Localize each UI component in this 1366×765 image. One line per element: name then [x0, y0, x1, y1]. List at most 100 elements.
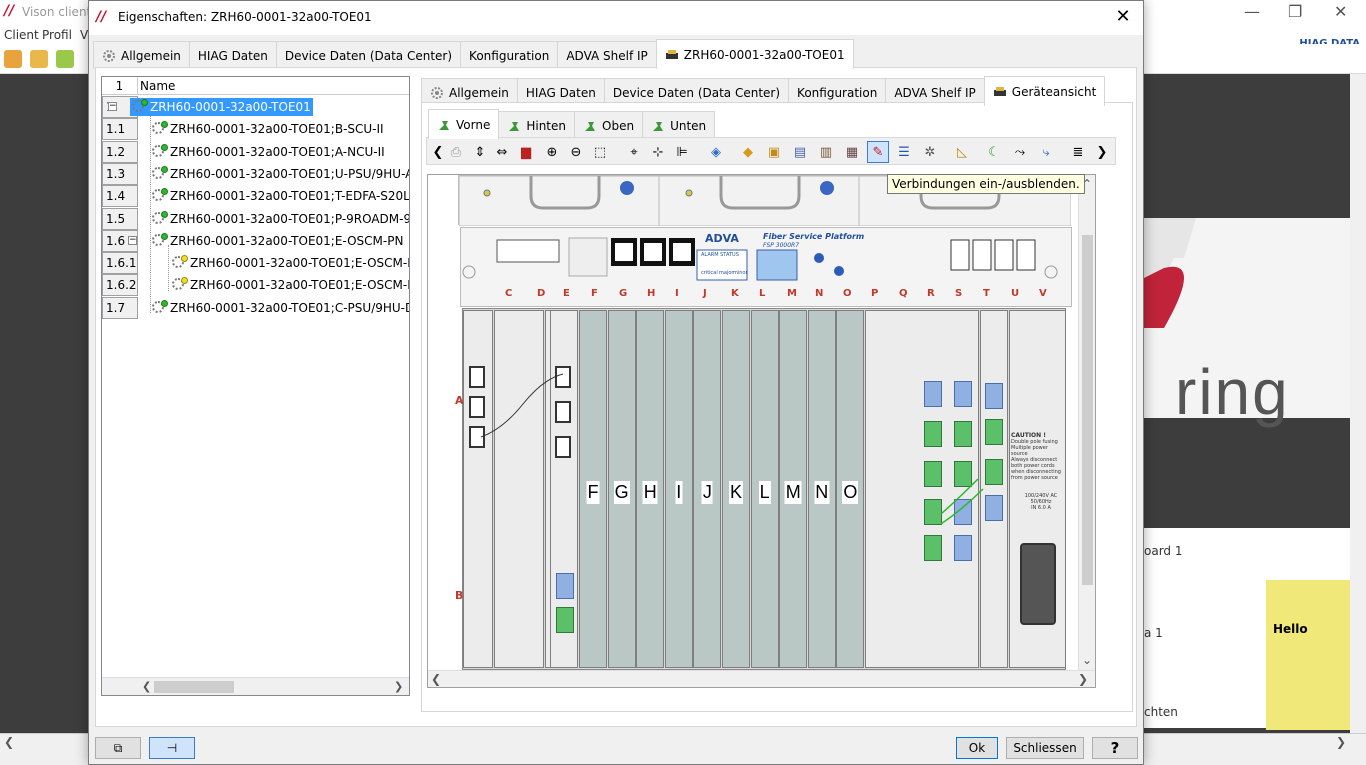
restore-icon[interactable]: ❐: [1288, 2, 1302, 21]
collapse-toggle-icon[interactable]: −: [108, 102, 117, 111]
tree-row[interactable]: 1.6.2 ZRH60-0001-32a00-TOE01;E-OSCM-PN: [102, 274, 409, 297]
toggle-connections-icon[interactable]: ✎: [867, 141, 889, 163]
tab-label: Geräteansicht: [1011, 84, 1097, 99]
tree-node[interactable]: ZRH60-0001-32a00-TOE01;A-NCU-II: [150, 143, 387, 161]
tab-adva-shelf-ip[interactable]: ADVA Shelf IP: [557, 41, 657, 69]
tab-device[interactable]: ZRH60-0001-32a00-TOE01: [655, 39, 854, 69]
fit-width-icon[interactable]: ⇔: [491, 141, 513, 163]
tree-node[interactable]: ZRH60-0001-32a00-TOE01;E-OSCM-PN: [150, 232, 405, 250]
scroll-right-icon[interactable]: ❯: [1336, 735, 1346, 749]
help-button[interactable]: ?: [1092, 737, 1138, 759]
platform-sub-label: FSP 3000R7: [763, 242, 800, 249]
hello-text: Hello: [1273, 622, 1308, 636]
slot-letter: U: [1011, 288, 1020, 299]
map-icon[interactable]: ◈: [705, 141, 727, 163]
stack-icon[interactable]: ≣: [1067, 141, 1089, 163]
tree-row[interactable]: 1.3 ZRH60-0001-32a00-TOE01;U-PSU/9HU-AC: [102, 162, 409, 185]
bg-vertical-scrollbar[interactable]: [1350, 74, 1366, 734]
tab-hinten[interactable]: Hinten: [498, 111, 575, 139]
align-left-icon[interactable]: ⊫: [671, 141, 693, 163]
align-center-icon[interactable]: ⌖: [623, 141, 645, 163]
tab-konfiguration[interactable]: Konfiguration: [460, 41, 559, 69]
detach-button[interactable]: ⧉: [95, 737, 141, 759]
device-canvas[interactable]: ADVA Fiber Service Platform FSP 3000R7 A…: [427, 174, 1096, 688]
tree-row[interactable]: 1−ZRH60-0001-32a00-TOE01: [102, 96, 409, 118]
close-button[interactable]: Schliessen: [1006, 737, 1084, 759]
scroll-down-icon[interactable]: ⌄: [1082, 653, 1092, 667]
scroll-right-icon[interactable]: ❯: [394, 680, 403, 693]
ruler-icon[interactable]: ◺: [951, 141, 973, 163]
scroll-left-icon[interactable]: ❮: [431, 672, 441, 686]
close-icon[interactable]: ✕: [1334, 2, 1347, 21]
hello-note[interactable]: Hello: [1266, 580, 1354, 730]
collapse-toggle-icon[interactable]: −: [128, 235, 137, 245]
moon-icon[interactable]: ☾: [983, 141, 1005, 163]
tree-header-num[interactable]: 1: [102, 77, 138, 95]
tab-device-daten[interactable]: Device Daten (Data Center): [275, 41, 462, 69]
scroll-thumb[interactable]: [1082, 235, 1093, 585]
tab-oben[interactable]: Oben: [574, 111, 644, 139]
zoom-fit-icon[interactable]: ⬚: [589, 141, 611, 163]
tree-row[interactable]: 1.6− ZRH60-0001-32a00-TOE01;E-OSCM-PN: [102, 229, 409, 252]
tree-node[interactable]: ZRH60-0001-32a00-TOE01;E-OSCM-PN: [170, 254, 409, 272]
menu-client[interactable]: Client: [4, 28, 39, 42]
user-tool-icon[interactable]: [56, 50, 74, 68]
tree-row[interactable]: 1.7 ZRH60-0001-32a00-TOE01;C-PSU/9HU-DC: [102, 296, 409, 319]
menu-profil[interactable]: Profil: [42, 28, 72, 42]
tab-geraeteansicht[interactable]: Geräteansicht: [983, 76, 1106, 106]
scroll-left-icon[interactable]: ❮: [142, 680, 151, 693]
image-settings-icon[interactable]: ▦: [841, 141, 863, 163]
dialog-close-button[interactable]: ✕: [1111, 6, 1135, 27]
toolbar-right-arrow-icon[interactable]: ❯: [1091, 141, 1113, 163]
caution-line: from power source: [1011, 475, 1058, 481]
pin-button[interactable]: ⊣: [149, 737, 195, 759]
tree-row[interactable]: 1.6.1 ZRH60-0001-32a00-TOE01;E-OSCM-PN: [102, 252, 409, 275]
tree-row[interactable]: 1.5 ZRH60-0001-32a00-TOE01;P-9ROADM-96/(: [102, 207, 409, 230]
align-middle-icon[interactable]: ⊹: [647, 141, 669, 163]
canvas-horizontal-scrollbar[interactable]: ❮ ❯: [428, 670, 1095, 687]
tag-icon[interactable]: ◆: [737, 141, 759, 163]
tree-node[interactable]: ZRH60-0001-32a00-TOE01: [130, 98, 313, 116]
tree-header-name[interactable]: Name: [140, 77, 175, 95]
tab-label: Konfiguration: [797, 85, 878, 100]
scroll-left-icon[interactable]: ❮: [4, 735, 14, 749]
flag-icon[interactable]: ▆: [515, 141, 537, 163]
tab-hiag-daten[interactable]: HIAG Daten: [188, 41, 277, 69]
unlink-icon[interactable]: ⤷: [1035, 141, 1057, 163]
module-status-icon: [172, 255, 188, 269]
tree-node[interactable]: ZRH60-0001-32a00-TOE01;U-PSU/9HU-AC: [150, 165, 409, 183]
tab-vorne[interactable]: Vorne: [428, 109, 500, 139]
print-icon[interactable]: ⎙: [445, 141, 467, 163]
canvas-vertical-scrollbar[interactable]: ⌃ ⌄: [1078, 175, 1095, 671]
link-icon[interactable]: ⤳: [1009, 141, 1031, 163]
tab-label: ZRH60-0001-32a00-TOE01: [683, 47, 845, 62]
view-toolbar: ❮ ⎙ ⇕ ⇔ ▆ ⊕ ⊖ ⬚ ⌖ ⊹ ⊫ ◈ ◆ ▣ ▤ ▥ ▦ ✎ ☰ ✲: [426, 137, 1116, 165]
zoom-in-icon[interactable]: ⊕: [541, 141, 563, 163]
slot-letter: T: [983, 288, 990, 299]
network-icon[interactable]: ✲: [919, 141, 941, 163]
ok-button[interactable]: Ok: [956, 737, 998, 759]
minimize-icon[interactable]: —: [1244, 2, 1260, 21]
tree-horizontal-scrollbar[interactable]: ❮ ❯: [102, 677, 409, 695]
tree-row[interactable]: 1.1 ZRH60-0001-32a00-TOE01;B-SCU-II: [102, 118, 409, 141]
menu-v[interactable]: V: [80, 28, 88, 42]
picture-icon[interactable]: ▥: [815, 141, 837, 163]
scroll-right-icon[interactable]: ❯: [1078, 672, 1088, 686]
frame-icon[interactable]: ▣: [763, 141, 785, 163]
tree-node[interactable]: ZRH60-0001-32a00-TOE01;B-SCU-II: [150, 120, 386, 138]
users-icon[interactable]: [4, 50, 22, 68]
tree-node[interactable]: ZRH60-0001-32a00-TOE01;C-PSU/9HU-DC: [150, 299, 409, 317]
tree-row[interactable]: 1.2 ZRH60-0001-32a00-TOE01;A-NCU-II: [102, 140, 409, 163]
user-add-icon[interactable]: [30, 50, 48, 68]
tab-allgemein[interactable]: Allgemein: [93, 41, 190, 69]
fit-height-icon[interactable]: ⇕: [469, 141, 491, 163]
scroll-thumb[interactable]: [154, 681, 234, 693]
tree-node[interactable]: ZRH60-0001-32a00-TOE01;E-OSCM-PN: [170, 276, 409, 294]
tree-node[interactable]: ZRH60-0001-32a00-TOE01;P-9ROADM-96/(: [150, 210, 409, 228]
zoom-out-icon[interactable]: ⊖: [565, 141, 587, 163]
tree-node[interactable]: ZRH60-0001-32a00-TOE01;T-EDFA-S20L: [150, 187, 409, 205]
tree-row[interactable]: 1.4 ZRH60-0001-32a00-TOE01;T-EDFA-S20L: [102, 185, 409, 208]
tab-unten[interactable]: Unten: [642, 111, 716, 139]
list-icon[interactable]: ☰: [893, 141, 915, 163]
image-icon[interactable]: ▤: [789, 141, 811, 163]
